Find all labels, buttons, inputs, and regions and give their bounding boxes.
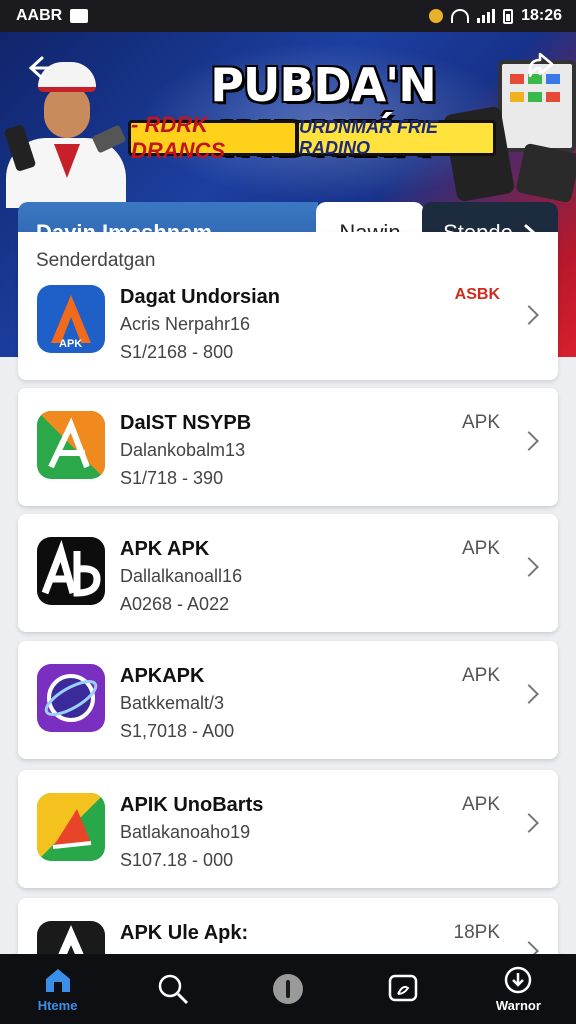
download-icon bbox=[505, 966, 532, 993]
app-name: APKAPK bbox=[120, 665, 205, 687]
apk-icon-blue: APK bbox=[37, 285, 105, 353]
app-developer: Acris Nerpahr16 bbox=[120, 314, 251, 334]
back-button[interactable] bbox=[22, 52, 54, 84]
app-card[interactable]: APKAPK Batkkemalt/3 S1,7018 - A00 APK bbox=[18, 641, 558, 759]
app-tag: 18PK bbox=[453, 922, 500, 943]
apk-icon-green-orange bbox=[37, 411, 105, 479]
app-card[interactable]: DaIST NSYPB Dalankobalm13 S1/718 - 390 A… bbox=[18, 388, 558, 506]
status-left-text: AABR bbox=[16, 7, 63, 24]
app-tag: APK bbox=[461, 538, 500, 559]
app-notification-icon bbox=[429, 9, 444, 23]
chat-icon bbox=[388, 974, 418, 1002]
app-name: DaIST NSYPB bbox=[120, 412, 252, 434]
app-name: APIK UnoBarts bbox=[120, 794, 264, 816]
app-name: APK Ule Apk: bbox=[120, 922, 249, 944]
apk-icon-green-yellow bbox=[37, 793, 105, 861]
banner-badge-left: - RDRK DRANCS bbox=[128, 112, 298, 163]
home-icon bbox=[45, 968, 70, 992]
chevron-right-icon bbox=[519, 431, 539, 451]
app-name: Dagat Undorsian bbox=[120, 286, 281, 308]
app-developer: Batlakanoaho19 bbox=[120, 822, 251, 842]
nav-chat[interactable] bbox=[346, 954, 461, 1024]
orbit-icon-purple bbox=[37, 664, 105, 732]
share-button[interactable] bbox=[524, 50, 556, 82]
chevron-right-icon bbox=[519, 813, 539, 833]
app-card[interactable]: APK Dagat Undorsian Acris Nerpahr16 S1/2… bbox=[18, 262, 558, 380]
wifi-icon bbox=[451, 9, 470, 23]
ab-icon-black bbox=[37, 537, 105, 605]
nav-label: Warnor bbox=[495, 997, 541, 1013]
svg-text:APK: APK bbox=[59, 338, 82, 350]
bottom-nav: Hteme Warnor bbox=[0, 954, 576, 1024]
nav-label: Hteme bbox=[37, 997, 78, 1013]
app-tag: APK bbox=[461, 794, 500, 815]
search-icon bbox=[158, 974, 188, 1005]
banner-badge-right: URDNMAR FRIE RADINO bbox=[296, 117, 496, 158]
banner-person-image bbox=[0, 60, 130, 208]
app-card[interactable]: APK APK Dallalkanoall16 A0268 - A022 APK bbox=[18, 514, 558, 632]
chevron-right-icon bbox=[519, 557, 539, 577]
app-version: S1/718 - 390 bbox=[120, 468, 224, 488]
share-icon bbox=[528, 52, 554, 78]
app-tag: APK bbox=[461, 665, 500, 686]
app-tag: ASBK bbox=[454, 286, 500, 303]
app-card[interactable]: APIK UnoBarts Batlakanoaho19 S107.18 - 0… bbox=[18, 770, 558, 888]
app-version: S107.18 - 000 bbox=[120, 850, 234, 870]
nav-download[interactable]: Warnor bbox=[461, 954, 576, 1024]
info-icon bbox=[273, 974, 303, 1004]
app-version: A0268 - A022 bbox=[120, 594, 230, 614]
app-name: APK APK bbox=[120, 538, 210, 560]
back-arrow-icon bbox=[28, 56, 52, 80]
signal-icon bbox=[477, 9, 496, 23]
app-tag: APK bbox=[461, 412, 500, 433]
battery-icon bbox=[503, 8, 514, 24]
chevron-right-icon bbox=[519, 684, 539, 704]
status-time: 18:26 bbox=[521, 7, 562, 24]
chevron-right-icon bbox=[519, 305, 539, 325]
nav-home[interactable]: Hteme bbox=[0, 954, 115, 1024]
nav-search[interactable] bbox=[115, 954, 230, 1024]
app-developer: Batkkemalt/3 bbox=[120, 693, 225, 713]
app-version: S1,7018 - A00 bbox=[120, 721, 235, 741]
app-developer: Dalankobalm13 bbox=[120, 440, 246, 460]
nav-info[interactable] bbox=[230, 954, 345, 1024]
notification-icon bbox=[70, 9, 89, 23]
app-developer: Dallalkanoall16 bbox=[120, 566, 243, 586]
status-bar: AABR 18:26 bbox=[0, 0, 576, 32]
app-version: S1/2168 - 800 bbox=[120, 342, 234, 362]
